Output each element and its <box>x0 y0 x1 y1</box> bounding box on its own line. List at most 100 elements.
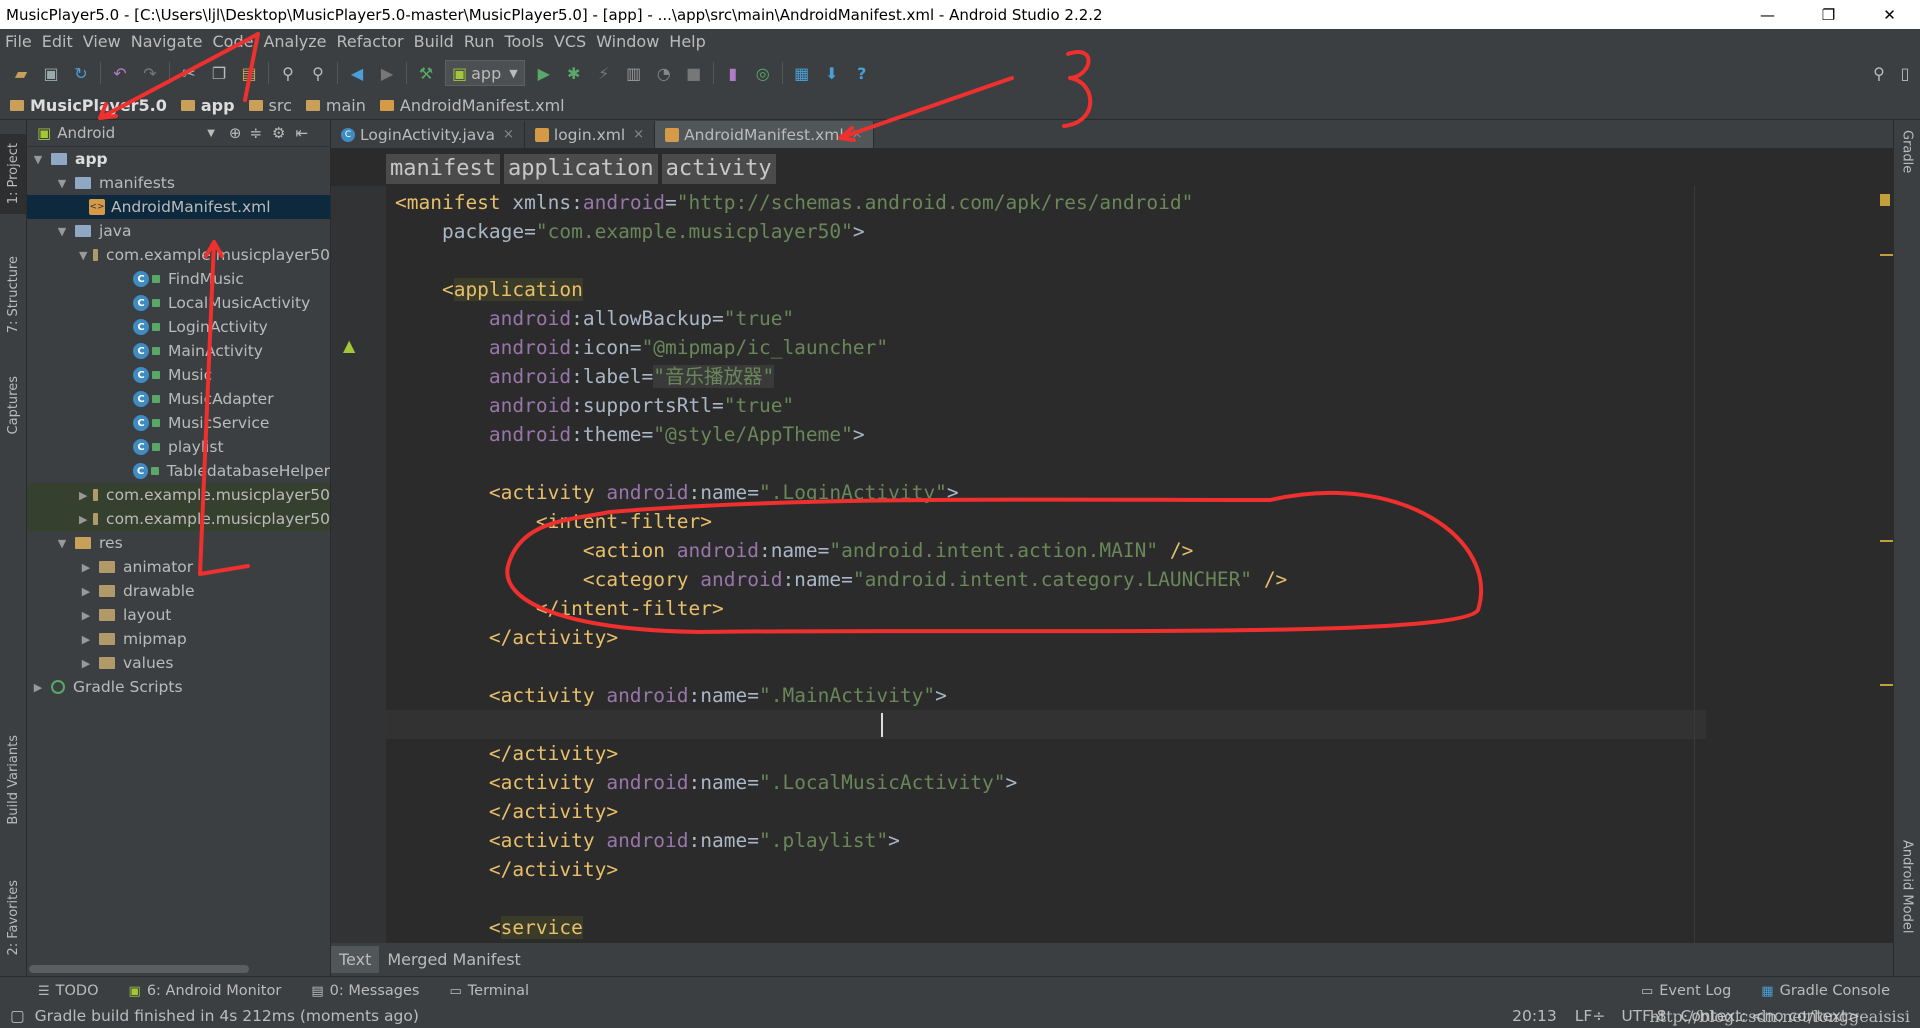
tree-item-class[interactable]: Cplaylist <box>27 435 330 459</box>
undo-icon[interactable]: ↶ <box>109 62 131 84</box>
menu-view[interactable]: View <box>78 32 126 51</box>
paste-icon[interactable]: ▤ <box>238 62 260 84</box>
gradle-sync-icon[interactable]: ◎ <box>752 62 774 84</box>
tree-item-class[interactable]: C FindMusic <box>27 267 330 291</box>
tool-messages[interactable]: ▤ 0: Messages <box>311 983 419 999</box>
tab-text[interactable]: Text <box>331 946 380 973</box>
tree-item-class[interactable]: C MusicAdapter <box>27 387 330 411</box>
stop-icon[interactable]: ■ <box>683 62 705 84</box>
marker[interactable] <box>1880 684 1894 686</box>
marker[interactable] <box>1880 540 1894 542</box>
tree-item-package-test[interactable]: ▶ com.example.musicplayer50 <box>27 507 330 531</box>
forward-icon[interactable]: ▶ <box>376 62 398 84</box>
menu-build[interactable]: Build <box>409 32 459 51</box>
menu-help[interactable]: Help <box>664 32 710 51</box>
run-configuration-select[interactable]: ▣ app ▼ <box>445 60 525 86</box>
close-icon[interactable]: × <box>633 127 644 142</box>
tree-item-res-dir[interactable]: ▶ mipmap <box>27 627 330 651</box>
tree-item-class[interactable]: C Music <box>27 363 330 387</box>
tree-item-class[interactable]: C MainActivity <box>27 339 330 363</box>
tree-item-res-dir[interactable]: ▶ animator <box>27 555 330 579</box>
project-structure-icon[interactable]: ▦ <box>791 62 813 84</box>
sdk-manager-icon[interactable]: ⬇ <box>821 62 843 84</box>
tree-item-class[interactable]: C LocalMusicActivity <box>27 291 330 315</box>
tree-item-android-manifest[interactable]: <> AndroidManifest.xml <box>27 195 330 219</box>
open-folder-icon[interactable]: ▰ <box>10 62 32 84</box>
tab-gradle[interactable]: Gradle <box>1894 130 1920 173</box>
breadcrumb-file[interactable]: AndroidManifest.xml <box>379 96 565 115</box>
debug-icon[interactable]: ✱ <box>563 62 585 84</box>
tree-item-java[interactable]: ▼ java <box>27 219 330 243</box>
save-icon[interactable]: ▣ <box>40 62 62 84</box>
tree-item-package[interactable]: ▼ com.example.musicplayer50 <box>27 243 330 267</box>
code-content[interactable]: <manifest xmlns:android="http://schemas.… <box>395 188 1287 942</box>
toggle-tool-windows-icon[interactable]: ▢ <box>10 1007 25 1025</box>
redo-icon[interactable]: ↷ <box>139 62 161 84</box>
project-view-select[interactable]: Android <box>57 124 207 142</box>
back-icon[interactable]: ◀ <box>346 62 368 84</box>
chevron-down-icon[interactable]: ▼ <box>207 128 215 139</box>
tree-item-res-dir[interactable]: ▶ layout <box>27 603 330 627</box>
profile-icon[interactable]: ▥ <box>623 62 645 84</box>
close-icon[interactable]: × <box>503 127 514 142</box>
close-button[interactable]: ✕ <box>1859 0 1920 29</box>
tree-item-class[interactable]: C TabledatabaseHelper <box>27 459 330 483</box>
cut-icon[interactable]: ✂ <box>178 62 200 84</box>
menu-run[interactable]: Run <box>459 32 500 51</box>
menu-code[interactable]: Code <box>208 32 259 51</box>
make-project-icon[interactable]: ⚒ <box>415 62 437 84</box>
tree-item-res[interactable]: ▼ res <box>27 531 330 555</box>
editor-vertical-scrollbar[interactable] <box>1880 186 1894 886</box>
maximize-button[interactable]: ❐ <box>1798 0 1859 29</box>
tree-item-app[interactable]: ▼ app <box>27 147 330 171</box>
gear-icon[interactable]: ⚙ <box>272 124 285 142</box>
breadcrumb-project[interactable]: MusicPlayer5.0 <box>10 96 167 115</box>
tab-login-xml[interactable]: login.xml × <box>525 121 656 148</box>
tree-item-res-dir[interactable]: ▶ drawable <box>27 579 330 603</box>
tool-terminal[interactable]: ▭ Terminal <box>449 983 529 999</box>
minimize-button[interactable]: — <box>1737 0 1798 29</box>
hide-toolbar-icon[interactable]: ▯ <box>1894 62 1916 84</box>
find-icon[interactable]: ⚲ <box>277 62 299 84</box>
menu-tools[interactable]: Tools <box>500 32 549 51</box>
tab-android-model[interactable]: Android Model <box>1894 840 1920 933</box>
caret-position[interactable]: 20:13 <box>1512 1007 1557 1025</box>
menu-navigate[interactable]: Navigate <box>126 32 208 51</box>
breadcrumb-main[interactable]: main <box>305 96 366 115</box>
menu-file[interactable]: File <box>0 32 37 51</box>
marker[interactable] <box>1880 254 1894 256</box>
xml-crumb-application[interactable]: application <box>503 154 658 184</box>
tab-login-activity[interactable]: C LoginActivity.java × <box>331 121 525 148</box>
scroll-from-source-icon[interactable]: ⊕ <box>229 124 242 142</box>
tab-captures[interactable]: Captures <box>0 365 26 445</box>
warning-marker[interactable] <box>1880 194 1890 206</box>
project-horizontal-scrollbar[interactable] <box>27 962 330 976</box>
coverage-icon[interactable]: ◔ <box>653 62 675 84</box>
help-icon[interactable]: ? <box>851 62 873 84</box>
tree-item-class[interactable]: C LoginActivity <box>27 315 330 339</box>
replace-icon[interactable]: ⚲ <box>307 62 329 84</box>
tab-android-manifest[interactable]: AndroidManifest.xml × <box>655 121 874 148</box>
tool-android-monitor[interactable]: ▣ 6: Android Monitor <box>129 983 282 999</box>
run-icon[interactable]: ▶ <box>533 62 555 84</box>
line-separator[interactable]: LF÷ <box>1575 1007 1606 1025</box>
tool-event-log[interactable]: ▭ Event Log <box>1641 983 1731 999</box>
tree-item-package-android-test[interactable]: ▶ com.example.musicplayer50 <box>27 483 330 507</box>
menu-analyze[interactable]: Analyze <box>258 32 331 51</box>
tool-gradle-console[interactable]: ▦ Gradle Console <box>1761 983 1890 999</box>
menu-vcs[interactable]: VCS <box>549 32 591 51</box>
menu-refactor[interactable]: Refactor <box>332 32 409 51</box>
xml-crumb-manifest[interactable]: manifest <box>386 154 500 184</box>
tree-item-manifests[interactable]: ▼ manifests <box>27 171 330 195</box>
code-editor[interactable]: manifest application activity ▲ <manifes… <box>331 148 1894 943</box>
tab-structure[interactable]: 7: Structure <box>0 250 26 340</box>
xml-crumb-activity[interactable]: activity <box>661 154 776 184</box>
tab-favorites[interactable]: 2: Favorites <box>0 870 26 965</box>
apply-changes-icon[interactable]: ⚡ <box>593 62 615 84</box>
tool-todo[interactable]: ☰ TODO <box>38 983 99 999</box>
tab-build-variants[interactable]: Build Variants <box>0 725 26 835</box>
close-icon[interactable]: × <box>852 127 863 142</box>
menu-window[interactable]: Window <box>591 32 664 51</box>
avd-manager-icon[interactable]: ▮ <box>722 62 744 84</box>
menu-edit[interactable]: Edit <box>37 32 78 51</box>
